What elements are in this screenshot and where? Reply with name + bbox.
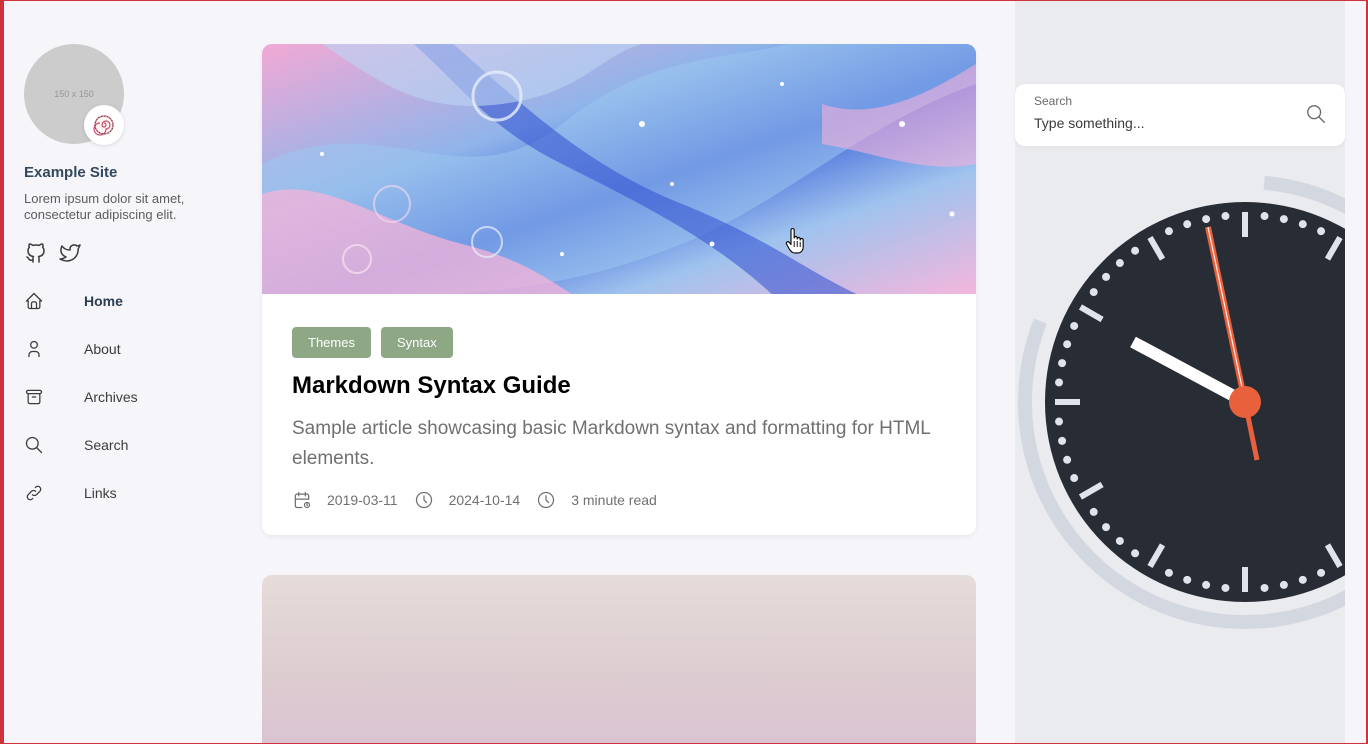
clock-minute-dot (1115, 259, 1124, 268)
home-icon (24, 291, 44, 311)
sidebar-item-links[interactable]: Links (24, 481, 224, 505)
avatar-emoji (84, 105, 124, 145)
clock-minute-dot (1115, 536, 1124, 545)
sidebar-menu: Home About Archives Search Links (24, 289, 224, 505)
clock-minute-dot (1298, 575, 1307, 584)
tag-list: Themes Syntax (292, 327, 946, 358)
clock-minute-dot (1279, 215, 1288, 224)
clock-minute-dot (1221, 583, 1230, 592)
article-card-next[interactable] (262, 575, 976, 744)
clock-minute-dot (1131, 549, 1140, 558)
clock-minute-dot (1298, 220, 1307, 229)
reading-time: 3 minute read (571, 492, 657, 508)
clock-minute-dot (1058, 359, 1067, 368)
clock-minute-dot (1164, 568, 1173, 577)
clock-minute-dot (1279, 580, 1288, 589)
article-subtitle: Sample article showcasing basic Markdown… (292, 418, 931, 469)
tag-syntax[interactable]: Syntax (380, 327, 453, 358)
clock-minute-dot (1063, 340, 1072, 349)
sidebar-item-search[interactable]: Search (24, 433, 224, 457)
clock-minute-dot (1183, 220, 1192, 229)
sidebar-item-archives[interactable]: Archives (24, 385, 224, 409)
date-published: 2019-03-11 (327, 492, 398, 508)
search-icon[interactable] (1305, 103, 1327, 125)
clock-minute-dot (1070, 321, 1079, 330)
twitter-icon[interactable] (58, 241, 82, 265)
site-name[interactable]: Example Site (24, 164, 224, 181)
avatar-wrap: 150 x 150 (24, 44, 124, 145)
sidebar-item-label: About (84, 341, 121, 357)
clock-minute-dot (1202, 215, 1211, 224)
search-icon (24, 435, 44, 455)
calendar-icon (292, 490, 312, 510)
clock-minute-dot (1183, 575, 1192, 584)
article-meta: 2019-03-11 2024-10-14 3 minute read (292, 490, 946, 510)
hand-cursor-icon (785, 227, 805, 254)
user-icon (24, 339, 44, 359)
clock-minute-dot (1070, 474, 1079, 483)
clock-minute-dot (1164, 227, 1173, 236)
sidebar-item-label: Archives (84, 389, 138, 405)
clock-minute-dot (1202, 580, 1211, 589)
search-input[interactable] (1034, 113, 1294, 133)
clock-minute-dot (1131, 246, 1140, 255)
date-updated: 2024-10-14 (448, 492, 521, 508)
clock-minute-dot (1055, 417, 1064, 426)
clock-minute-dot (1058, 436, 1067, 445)
clock-minute-dot (1221, 212, 1230, 221)
article-card[interactable]: Themes Syntax Markdown Syntax Guide Samp… (262, 44, 976, 535)
clock-minute-dot (1089, 507, 1098, 516)
clock-minute-dot (1102, 523, 1111, 532)
clock-minute-dot (1102, 272, 1111, 281)
clock-minute-dot (1089, 288, 1098, 297)
article-body: Themes Syntax Markdown Syntax Guide Samp… (262, 294, 976, 510)
social-links (24, 241, 224, 265)
sidebar-item-label: Links (84, 485, 117, 501)
clock-minute-dot (1063, 455, 1072, 464)
sidebar-item-home[interactable]: Home (24, 289, 224, 313)
spiral-emoji-icon (93, 115, 114, 136)
clock-icon (414, 490, 434, 510)
clock-icon (536, 490, 556, 510)
clock-minute-dot (1317, 568, 1326, 577)
link-icon (24, 483, 44, 503)
article-cover-image[interactable] (262, 44, 976, 294)
sidebar-item-label: Home (84, 293, 123, 309)
sidebar-item-label: Search (84, 437, 129, 453)
clock-minute-dot (1260, 212, 1269, 221)
search-label: Search (1034, 94, 1073, 108)
search-widget: Search (1015, 84, 1345, 146)
archive-icon (24, 387, 44, 407)
clock-minute-dot (1317, 227, 1326, 236)
tag-themes[interactable]: Themes (292, 327, 371, 358)
clock-minute-dot (1260, 583, 1269, 592)
clock-minute-dot (1055, 378, 1064, 387)
sidebar-item-about[interactable]: About (24, 337, 224, 361)
sidebar: 150 x 150 Example Site Lorem ipsum dolor… (24, 44, 224, 529)
github-icon[interactable] (24, 241, 48, 265)
site-description: Lorem ipsum dolor sit amet, consectetur … (24, 191, 185, 222)
avatar-placeholder-text: 150 x 150 (54, 89, 94, 99)
article-title[interactable]: Markdown Syntax Guide (292, 372, 946, 400)
